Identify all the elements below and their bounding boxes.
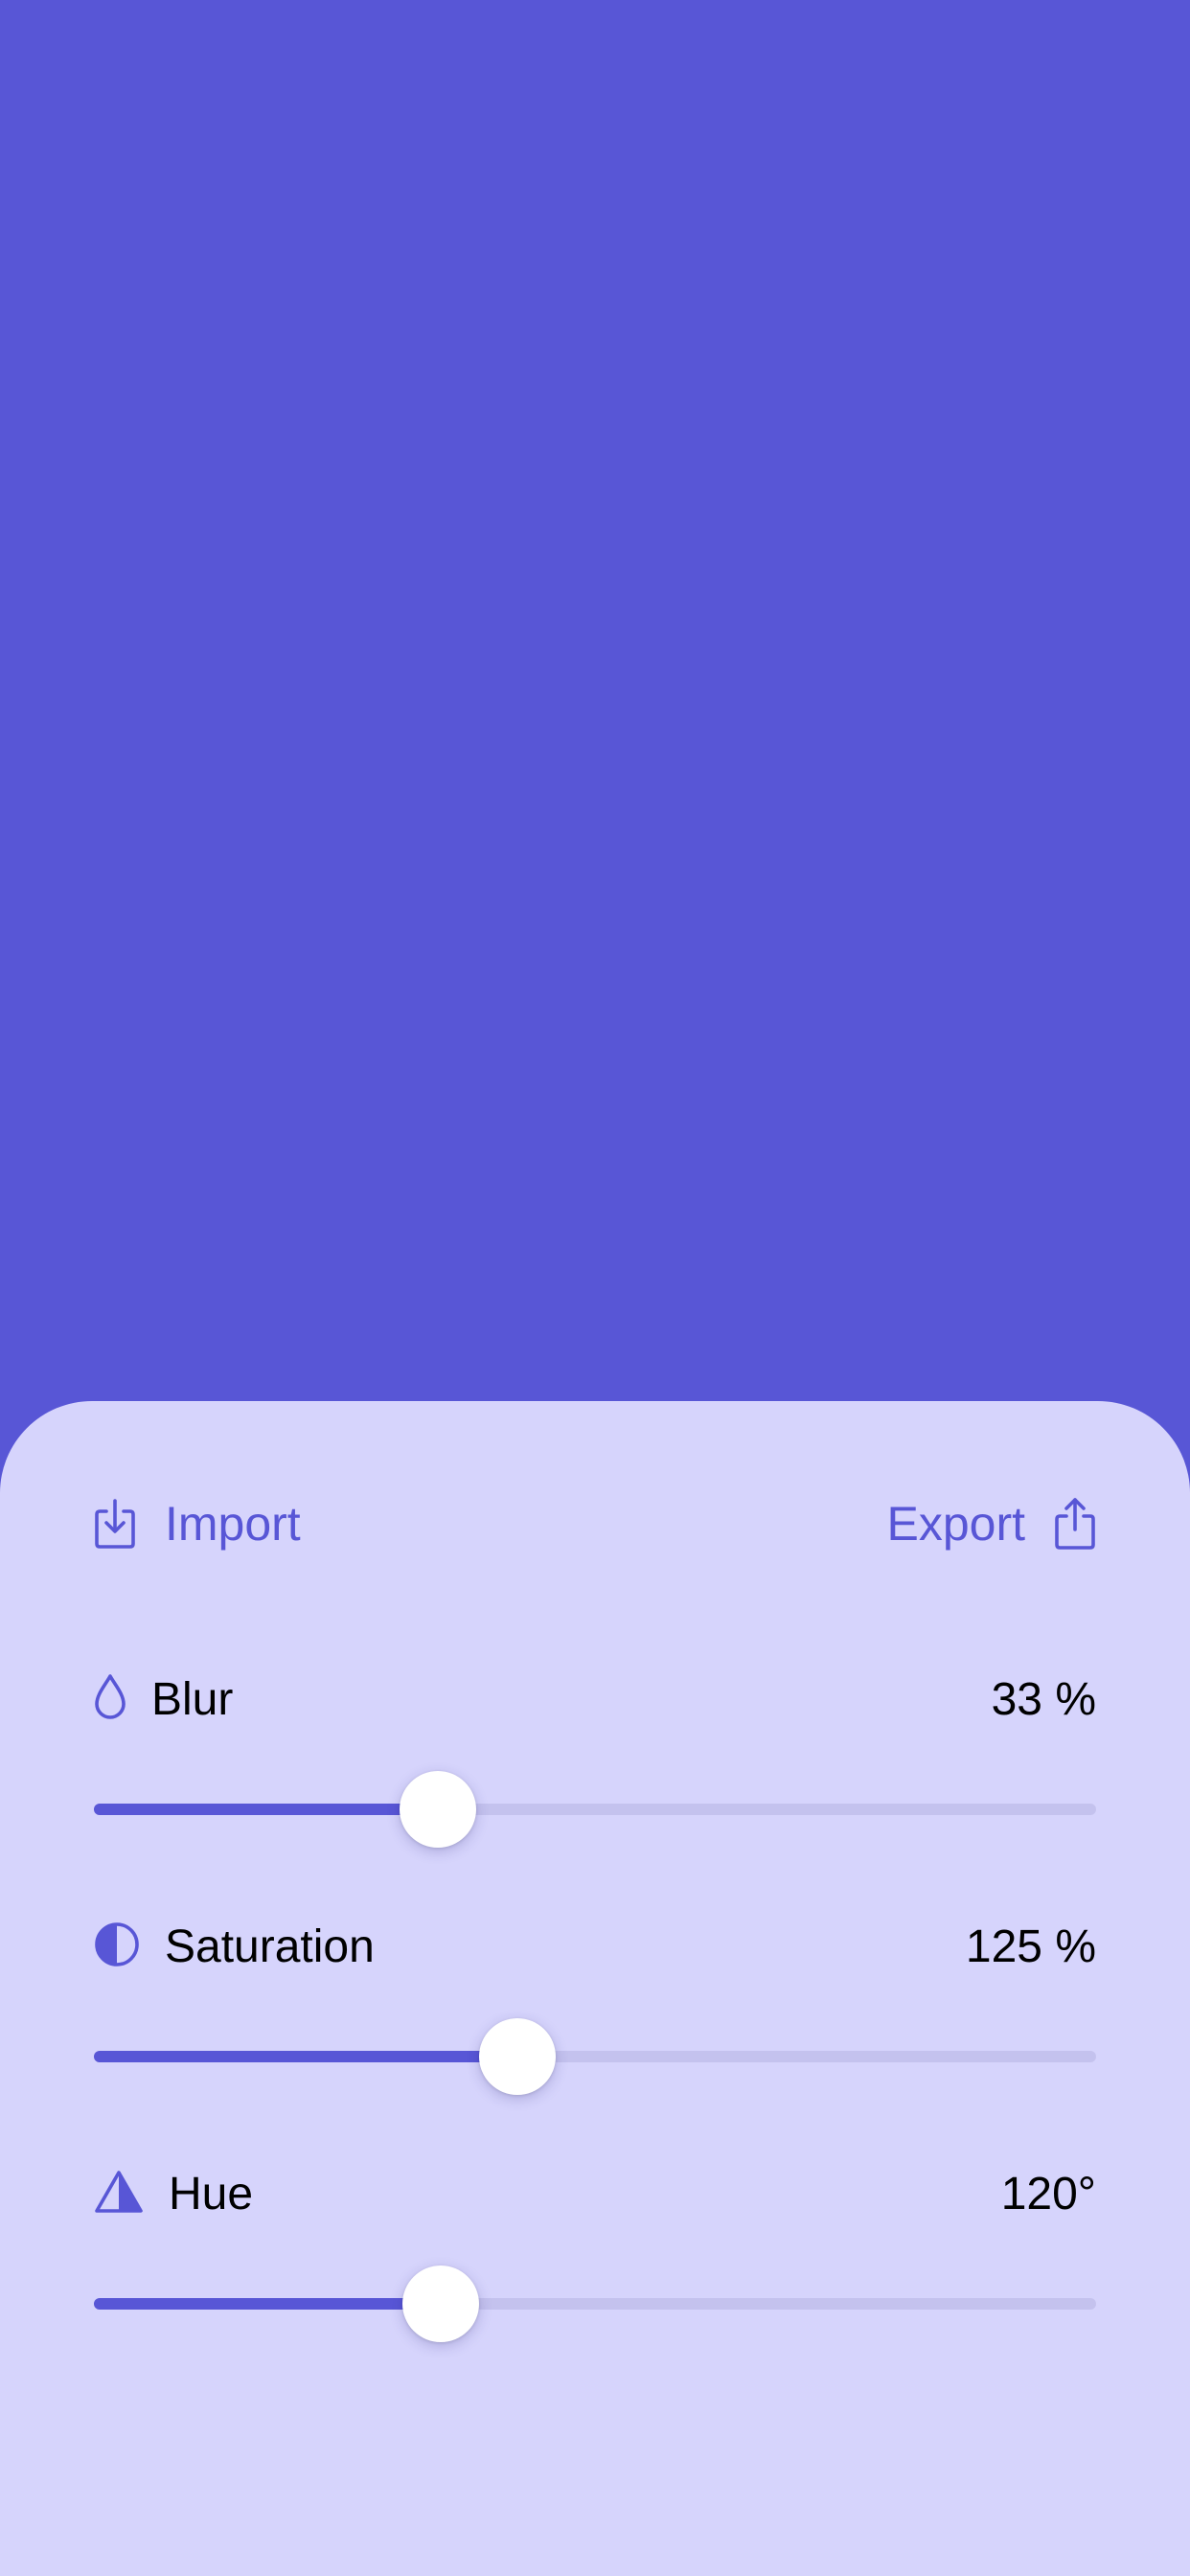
saturation-slider-thumb[interactable] bbox=[479, 2018, 557, 2095]
export-icon bbox=[1054, 1497, 1096, 1551]
half-circle-icon bbox=[94, 1921, 140, 1972]
blur-slider-thumb[interactable] bbox=[399, 1771, 476, 1848]
export-button[interactable]: Export bbox=[886, 1496, 1096, 1552]
action-row: Import Export bbox=[94, 1485, 1096, 1562]
drop-icon bbox=[94, 1673, 126, 1726]
saturation-label: Saturation bbox=[165, 1920, 375, 1972]
saturation-header: Saturation 125 % bbox=[94, 1913, 1096, 1980]
saturation-slider-fill bbox=[94, 2051, 518, 2062]
hue-slider-thumb[interactable] bbox=[401, 2266, 479, 2342]
blur-slider-fill bbox=[94, 1804, 438, 1815]
hue-value: 120° bbox=[1000, 2168, 1096, 2220]
hue-label: Hue bbox=[169, 2168, 254, 2220]
hue-slider[interactable] bbox=[94, 2266, 1096, 2342]
saturation-slider[interactable] bbox=[94, 2018, 1096, 2095]
hue-slider-fill bbox=[94, 2298, 441, 2310]
triangle-half-icon bbox=[94, 2170, 144, 2219]
preview-canvas bbox=[0, 0, 1190, 1438]
blur-header: Blur 33 % bbox=[94, 1666, 1096, 1733]
hue-header: Hue 120° bbox=[94, 2160, 1096, 2227]
adjustments-panel: Import Export Blur 33 % Saturation 125 %… bbox=[0, 1401, 1190, 2576]
blur-label: Blur bbox=[151, 1673, 234, 1725]
saturation-value: 125 % bbox=[965, 1920, 1096, 1972]
import-button[interactable]: Import bbox=[94, 1496, 301, 1552]
hue-label-group: Hue bbox=[94, 2168, 253, 2220]
export-label: Export bbox=[886, 1497, 1025, 1551]
blur-control: Blur 33 % bbox=[94, 1666, 1096, 1857]
blur-value: 33 % bbox=[991, 1673, 1096, 1725]
import-icon bbox=[94, 1498, 136, 1550]
saturation-label-group: Saturation bbox=[94, 1920, 375, 1973]
import-label: Import bbox=[165, 1497, 301, 1551]
blur-slider[interactable] bbox=[94, 1771, 1096, 1848]
hue-control: Hue 120° bbox=[94, 2160, 1096, 2352]
blur-label-group: Blur bbox=[94, 1673, 233, 1726]
saturation-control: Saturation 125 % bbox=[94, 1913, 1096, 2104]
